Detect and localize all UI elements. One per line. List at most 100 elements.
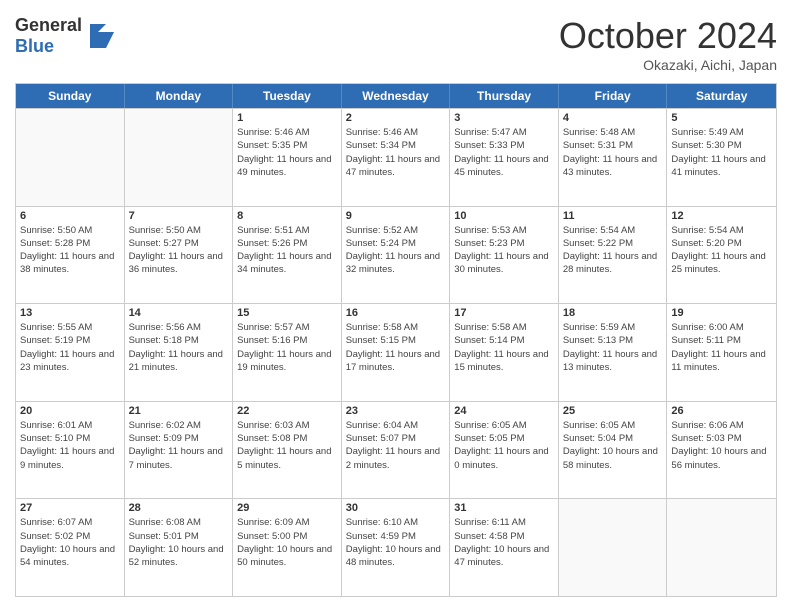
day-number: 27 bbox=[20, 502, 120, 514]
cal-cell: 9 Sunrise: 5:52 AMSunset: 5:24 PMDaylight… bbox=[342, 207, 451, 304]
day-number: 29 bbox=[237, 502, 337, 514]
day-number: 12 bbox=[671, 210, 772, 222]
header-cell-saturday: Saturday bbox=[667, 84, 776, 108]
day-number: 24 bbox=[454, 405, 554, 417]
day-number: 3 bbox=[454, 112, 554, 124]
cal-cell: 28Sunrise: 6:08 AMSunset: 5:01 PMDayligh… bbox=[125, 499, 234, 596]
logo-blue: Blue bbox=[15, 36, 82, 57]
day-info: Sunrise: 6:08 AMSunset: 5:01 PMDaylight:… bbox=[129, 516, 229, 569]
day-info: Sunrise: 5:59 AMSunset: 5:13 PMDaylight:… bbox=[563, 321, 663, 374]
day-info: Sunrise: 5:49 AMSunset: 5:30 PMDaylight:… bbox=[671, 126, 772, 179]
day-info: Sunrise: 5:47 AMSunset: 5:33 PMDaylight:… bbox=[454, 126, 554, 179]
day-info: Sunrise: 5:50 AMSunset: 5:27 PMDaylight:… bbox=[129, 224, 229, 277]
day-number: 5 bbox=[671, 112, 772, 124]
cal-cell: 24Sunrise: 6:05 AMSunset: 5:05 PMDayligh… bbox=[450, 402, 559, 499]
day-number: 25 bbox=[563, 405, 663, 417]
cal-cell: 22 Sunrise: 6:03 AMSunset: 5:08 PMDayligh… bbox=[233, 402, 342, 499]
day-info: Sunrise: 6:06 AMSunset: 5:03 PMDaylight:… bbox=[671, 419, 772, 472]
day-number: 31 bbox=[454, 502, 554, 514]
day-info: Sunrise: 6:00 AMSunset: 5:11 PMDaylight:… bbox=[671, 321, 772, 374]
day-number: 1 bbox=[237, 112, 337, 124]
logo-general: General bbox=[15, 15, 82, 36]
day-info: Sunrise: 6:11 AMSunset: 4:58 PMDaylight:… bbox=[454, 516, 554, 569]
calendar-row-2: 13 Sunrise: 5:55 AMSunset: 5:19 PMDayligh… bbox=[16, 303, 776, 401]
header-cell-tuesday: Tuesday bbox=[233, 84, 342, 108]
calendar-body: 1 Sunrise: 5:46 AMSunset: 5:35 PMDaylight… bbox=[16, 108, 776, 596]
calendar: SundayMondayTuesdayWednesdayThursdayFrid… bbox=[15, 83, 777, 597]
day-info: Sunrise: 6:05 AMSunset: 5:04 PMDaylight:… bbox=[563, 419, 663, 472]
day-number: 6 bbox=[20, 210, 120, 222]
calendar-row-4: 27 Sunrise: 6:07 AMSunset: 5:02 PMDayligh… bbox=[16, 498, 776, 596]
cal-cell: 11Sunrise: 5:54 AMSunset: 5:22 PMDayligh… bbox=[559, 207, 668, 304]
cal-cell: 27 Sunrise: 6:07 AMSunset: 5:02 PMDayligh… bbox=[16, 499, 125, 596]
day-number: 23 bbox=[346, 405, 446, 417]
cal-cell: 19 Sunrise: 6:00 AMSunset: 5:11 PMDayligh… bbox=[667, 304, 776, 401]
day-info: Sunrise: 6:07 AMSunset: 5:02 PMDaylight:… bbox=[20, 516, 120, 569]
header-cell-friday: Friday bbox=[559, 84, 668, 108]
calendar-row-3: 20 Sunrise: 6:01 AMSunset: 5:10 PMDayligh… bbox=[16, 401, 776, 499]
day-info: Sunrise: 6:03 AMSunset: 5:08 PMDaylight:… bbox=[237, 419, 337, 472]
cal-cell: 31 Sunrise: 6:11 AMSunset: 4:58 PMDayligh… bbox=[450, 499, 559, 596]
calendar-header: SundayMondayTuesdayWednesdayThursdayFrid… bbox=[16, 84, 776, 108]
day-number: 2 bbox=[346, 112, 446, 124]
day-number: 20 bbox=[20, 405, 120, 417]
logo: General Blue bbox=[15, 15, 114, 57]
logo-icon bbox=[82, 20, 114, 52]
cal-cell: 3 Sunrise: 5:47 AMSunset: 5:33 PMDaylight… bbox=[450, 109, 559, 206]
cal-cell: 25 Sunrise: 6:05 AMSunset: 5:04 PMDayligh… bbox=[559, 402, 668, 499]
cal-cell: 4 Sunrise: 5:48 AMSunset: 5:31 PMDaylight… bbox=[559, 109, 668, 206]
cal-cell: 10Sunrise: 5:53 AMSunset: 5:23 PMDayligh… bbox=[450, 207, 559, 304]
day-info: Sunrise: 5:57 AMSunset: 5:16 PMDaylight:… bbox=[237, 321, 337, 374]
cal-cell: 17Sunrise: 5:58 AMSunset: 5:14 PMDayligh… bbox=[450, 304, 559, 401]
day-info: Sunrise: 6:01 AMSunset: 5:10 PMDaylight:… bbox=[20, 419, 120, 472]
cal-cell: 30 Sunrise: 6:10 AMSunset: 4:59 PMDayligh… bbox=[342, 499, 451, 596]
day-info: Sunrise: 5:53 AMSunset: 5:23 PMDaylight:… bbox=[454, 224, 554, 277]
day-info: Sunrise: 6:02 AMSunset: 5:09 PMDaylight:… bbox=[129, 419, 229, 472]
header-cell-wednesday: Wednesday bbox=[342, 84, 451, 108]
day-info: Sunrise: 5:52 AMSunset: 5:24 PMDaylight:… bbox=[346, 224, 446, 277]
day-number: 11 bbox=[563, 210, 663, 222]
day-info: Sunrise: 5:56 AMSunset: 5:18 PMDaylight:… bbox=[129, 321, 229, 374]
cal-cell: 12 Sunrise: 5:54 AMSunset: 5:20 PMDayligh… bbox=[667, 207, 776, 304]
day-number: 4 bbox=[563, 112, 663, 124]
cal-cell: 20 Sunrise: 6:01 AMSunset: 5:10 PMDayligh… bbox=[16, 402, 125, 499]
day-info: Sunrise: 5:48 AMSunset: 5:31 PMDaylight:… bbox=[563, 126, 663, 179]
day-info: Sunrise: 5:55 AMSunset: 5:19 PMDaylight:… bbox=[20, 321, 120, 374]
page: General Blue October 2024 Okazaki, Aichi… bbox=[0, 0, 792, 612]
day-info: Sunrise: 5:51 AMSunset: 5:26 PMDaylight:… bbox=[237, 224, 337, 277]
day-info: Sunrise: 5:46 AMSunset: 5:34 PMDaylight:… bbox=[346, 126, 446, 179]
cal-cell: 7Sunrise: 5:50 AMSunset: 5:27 PMDaylight… bbox=[125, 207, 234, 304]
calendar-row-0: 1 Sunrise: 5:46 AMSunset: 5:35 PMDaylight… bbox=[16, 108, 776, 206]
day-info: Sunrise: 6:10 AMSunset: 4:59 PMDaylight:… bbox=[346, 516, 446, 569]
cal-cell bbox=[16, 109, 125, 206]
cal-cell: 18Sunrise: 5:59 AMSunset: 5:13 PMDayligh… bbox=[559, 304, 668, 401]
cal-cell: 23 Sunrise: 6:04 AMSunset: 5:07 PMDayligh… bbox=[342, 402, 451, 499]
day-info: Sunrise: 5:46 AMSunset: 5:35 PMDaylight:… bbox=[237, 126, 337, 179]
cal-cell: 26 Sunrise: 6:06 AMSunset: 5:03 PMDayligh… bbox=[667, 402, 776, 499]
cal-cell: 15Sunrise: 5:57 AMSunset: 5:16 PMDayligh… bbox=[233, 304, 342, 401]
cal-cell: 14 Sunrise: 5:56 AMSunset: 5:18 PMDayligh… bbox=[125, 304, 234, 401]
day-number: 26 bbox=[671, 405, 772, 417]
day-number: 13 bbox=[20, 307, 120, 319]
day-number: 8 bbox=[237, 210, 337, 222]
day-number: 9 bbox=[346, 210, 446, 222]
location: Okazaki, Aichi, Japan bbox=[559, 57, 777, 73]
day-info: Sunrise: 5:54 AMSunset: 5:20 PMDaylight:… bbox=[671, 224, 772, 277]
day-number: 22 bbox=[237, 405, 337, 417]
cal-cell: 8 Sunrise: 5:51 AMSunset: 5:26 PMDaylight… bbox=[233, 207, 342, 304]
cal-cell: 13 Sunrise: 5:55 AMSunset: 5:19 PMDayligh… bbox=[16, 304, 125, 401]
calendar-row-1: 6 Sunrise: 5:50 AMSunset: 5:28 PMDaylight… bbox=[16, 206, 776, 304]
month-title: October 2024 bbox=[559, 15, 777, 57]
cal-cell: 29 Sunrise: 6:09 AMSunset: 5:00 PMDayligh… bbox=[233, 499, 342, 596]
day-info: Sunrise: 5:58 AMSunset: 5:14 PMDaylight:… bbox=[454, 321, 554, 374]
day-number: 30 bbox=[346, 502, 446, 514]
cal-cell: 16Sunrise: 5:58 AMSunset: 5:15 PMDayligh… bbox=[342, 304, 451, 401]
day-number: 19 bbox=[671, 307, 772, 319]
cal-cell bbox=[667, 499, 776, 596]
day-info: Sunrise: 6:09 AMSunset: 5:00 PMDaylight:… bbox=[237, 516, 337, 569]
day-info: Sunrise: 6:04 AMSunset: 5:07 PMDaylight:… bbox=[346, 419, 446, 472]
day-number: 14 bbox=[129, 307, 229, 319]
title-section: October 2024 Okazaki, Aichi, Japan bbox=[559, 15, 777, 73]
day-info: Sunrise: 5:50 AMSunset: 5:28 PMDaylight:… bbox=[20, 224, 120, 277]
header-cell-sunday: Sunday bbox=[16, 84, 125, 108]
